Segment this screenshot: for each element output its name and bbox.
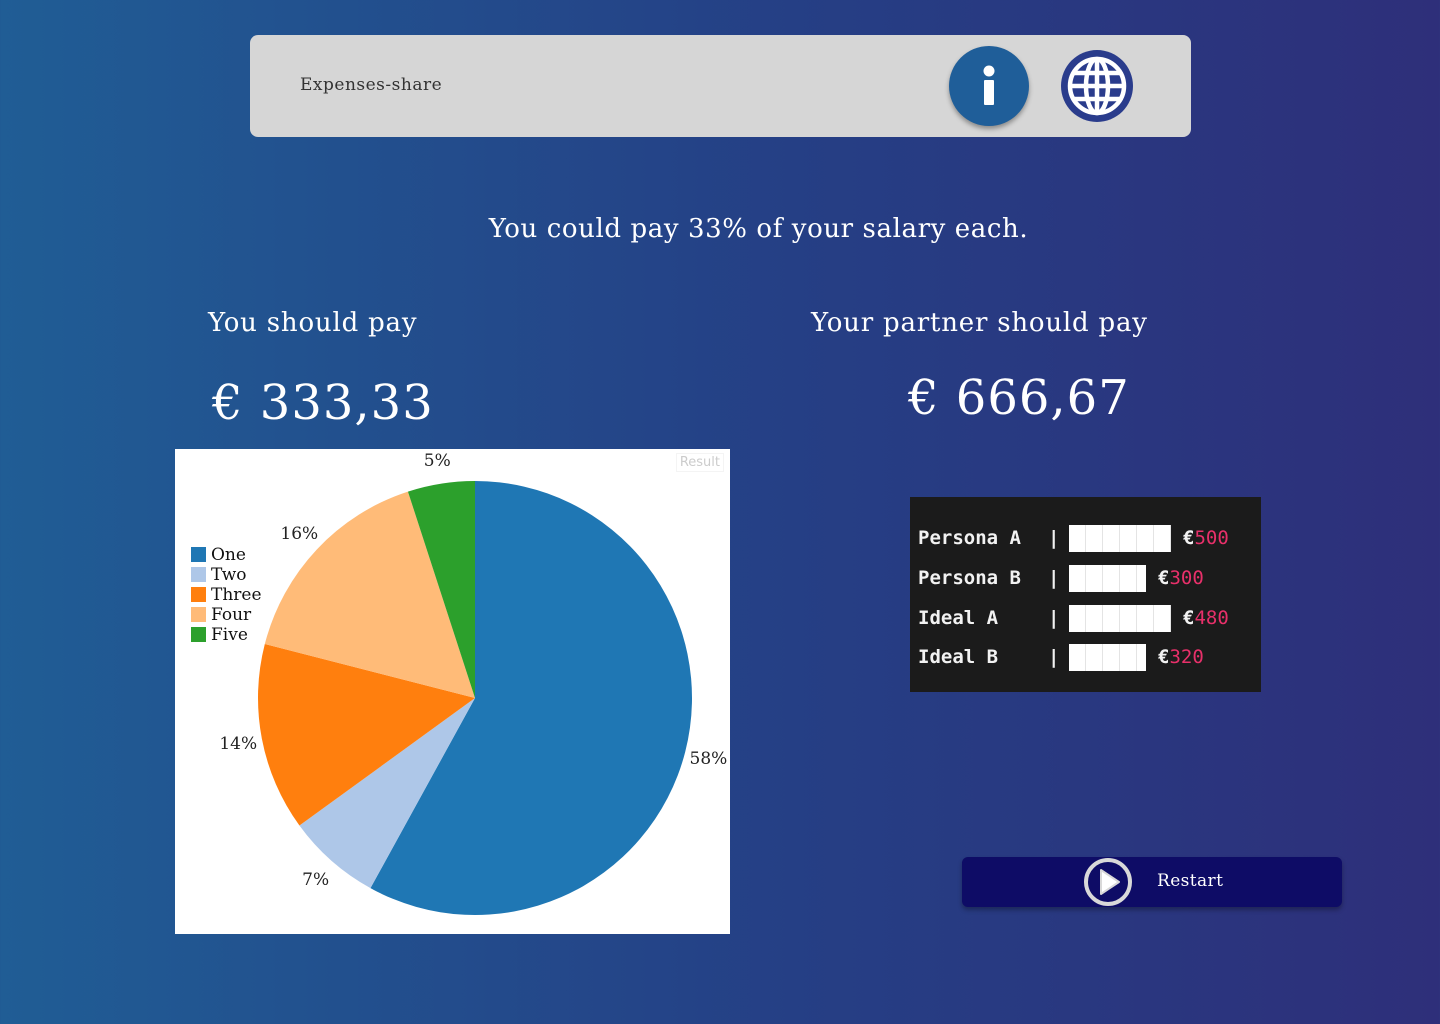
summary-headline: You could pay 33% of your salary each.	[488, 214, 1029, 244]
pie-label: 16%	[280, 524, 318, 544]
pie-label: 58%	[690, 749, 728, 769]
partner-should-pay-label: Your partner should pay	[811, 308, 1148, 338]
globe-icon	[1061, 50, 1133, 122]
terminal-row: Ideal A | €480	[918, 605, 1229, 633]
row-value: €300	[1158, 567, 1204, 589]
terminal-row: Persona A | €500	[918, 525, 1229, 553]
row-bar	[1069, 644, 1146, 671]
info-button[interactable]	[949, 46, 1029, 126]
legend-label: Three	[211, 585, 262, 605]
legend-swatch	[191, 567, 206, 582]
row-name: Persona B	[918, 567, 1021, 589]
terminal-row: Persona B | €300	[918, 565, 1204, 593]
pie-label: 14%	[219, 734, 257, 754]
language-button[interactable]	[1059, 48, 1135, 124]
legend-label: Four	[211, 605, 252, 625]
row-bar	[1069, 605, 1171, 632]
pie-chart-panel: 58% 7% 14% 16% 5% One Two Three Four Five Result	[175, 449, 730, 934]
legend-swatch	[191, 547, 206, 562]
app-title: Expenses-share	[300, 75, 443, 95]
row-separator: |	[1048, 607, 1060, 629]
restart-label: Restart	[1157, 871, 1224, 891]
legend-label: Five	[211, 625, 248, 645]
comparison-terminal: Persona A | €500 Persona B | €300 Ideal …	[910, 497, 1261, 692]
pie-chart: 58% 7% 14% 16% 5% OneTwoThreeFourFive	[191, 451, 728, 915]
pie-label: 7%	[302, 870, 329, 890]
row-value: €500	[1183, 527, 1229, 549]
row-name: Ideal B	[918, 646, 999, 668]
partner-amount: € 666,67	[908, 370, 1130, 426]
legend-swatch	[191, 587, 206, 602]
row-separator: |	[1048, 567, 1060, 589]
info-icon	[983, 65, 995, 105]
row-bar	[1069, 565, 1146, 592]
row-value: €320	[1158, 646, 1204, 668]
row-separator: |	[1048, 527, 1060, 549]
legend-label: Two	[211, 565, 247, 585]
legend-swatch	[191, 627, 206, 642]
row-value: €480	[1183, 607, 1229, 629]
pie-label: 5%	[424, 451, 451, 471]
you-amount: € 333,33	[212, 375, 434, 431]
result-tag[interactable]: Result	[675, 453, 724, 472]
legend-label: One	[211, 545, 246, 565]
header-bar: Expenses-share	[250, 35, 1191, 137]
row-name: Ideal A	[918, 607, 999, 629]
legend-swatch	[191, 607, 206, 622]
restart-button[interactable]: Restart	[962, 857, 1342, 907]
play-icon	[1084, 858, 1132, 906]
you-should-pay-label: You should pay	[208, 308, 418, 338]
row-name: Persona A	[918, 527, 1021, 549]
terminal-row: Ideal B | €320	[918, 644, 1204, 672]
row-bar	[1069, 525, 1171, 552]
row-separator: |	[1048, 646, 1060, 668]
